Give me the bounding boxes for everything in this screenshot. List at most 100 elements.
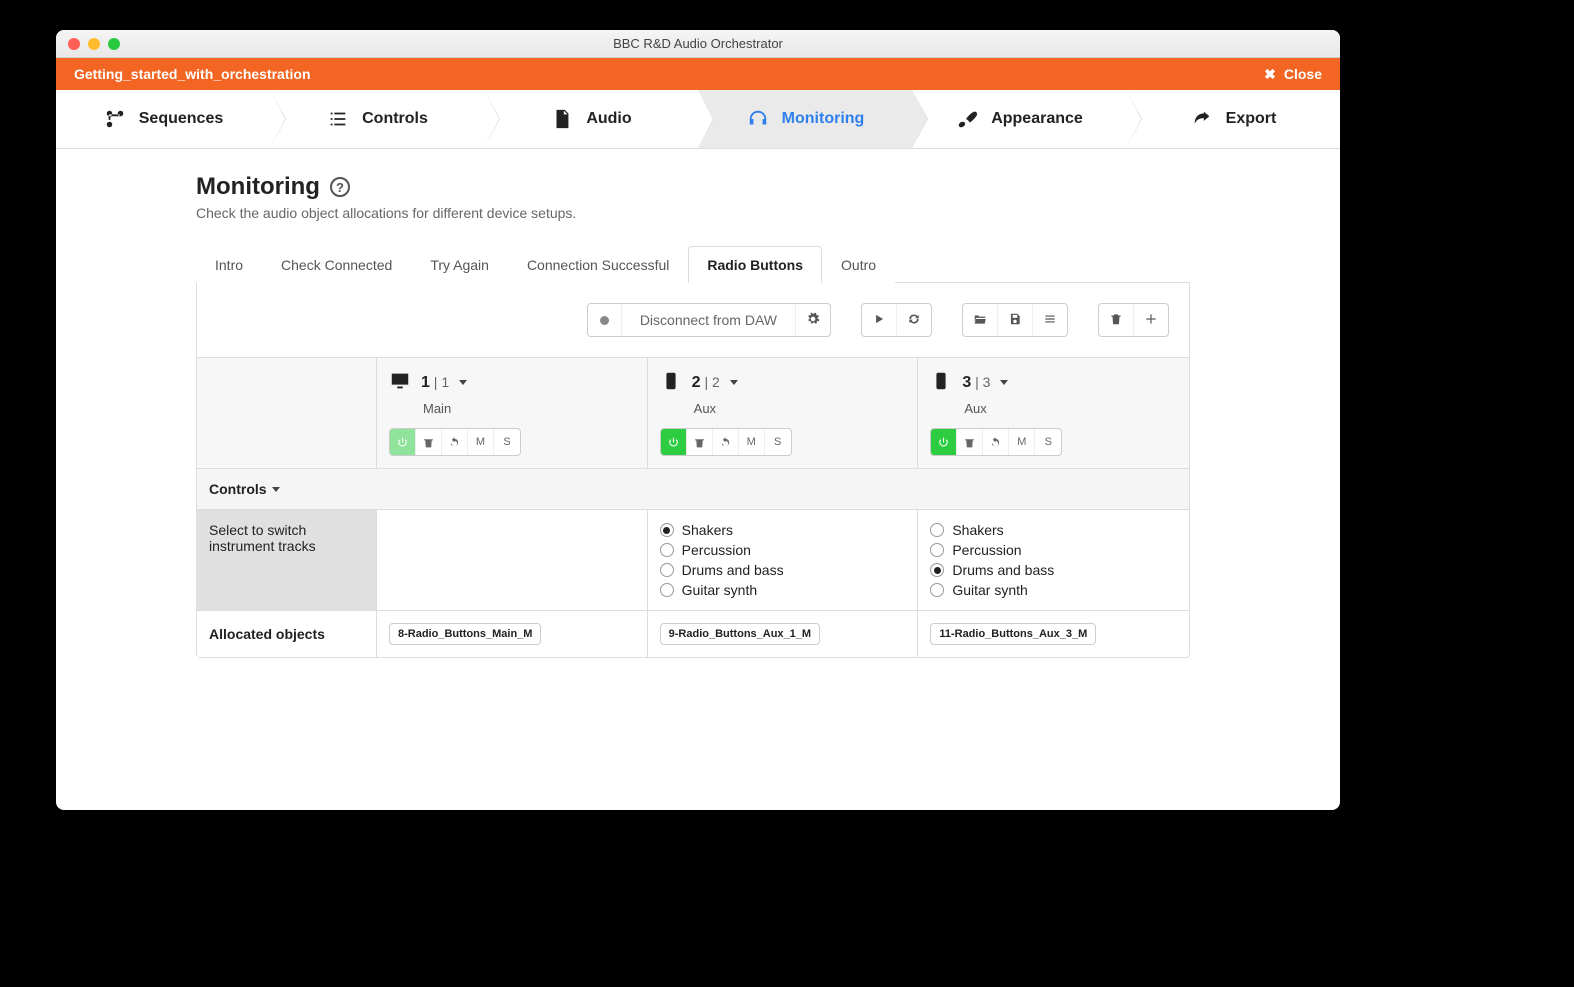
project-bar: Getting_started_with_orchestration ✖ Clo… (56, 58, 1340, 90)
help-icon[interactable]: ? (330, 177, 350, 197)
list-icon (326, 107, 350, 131)
allocated-device-2: 9-Radio_Buttons_Aux_1_M (648, 611, 919, 657)
tab-check-connected[interactable]: Check Connected (262, 246, 411, 283)
menu-button[interactable] (1033, 304, 1067, 336)
device-2-mute-button[interactable]: M (739, 429, 765, 455)
chevron-down-icon[interactable] (459, 380, 467, 385)
phone-icon (660, 370, 682, 395)
tab-intro[interactable]: Intro (196, 246, 262, 283)
chevron-down-icon[interactable] (730, 380, 738, 385)
instrument-device-1 (377, 510, 648, 611)
device-1-undo-button[interactable] (442, 429, 468, 455)
radio-option[interactable]: Shakers (930, 522, 1177, 538)
headphones-icon (746, 107, 770, 131)
radio-option[interactable]: Guitar synth (660, 582, 906, 598)
device-2-power-button[interactable] (661, 429, 687, 455)
play-button[interactable] (862, 304, 897, 336)
radio-option[interactable]: Shakers (660, 522, 906, 538)
radio-indicator (930, 543, 944, 557)
device-1-controls: M S (389, 428, 521, 456)
file-audio-icon (550, 107, 574, 131)
radio-label: Shakers (682, 522, 733, 538)
sequence-tabs: Intro Check Connected Try Again Connecti… (196, 245, 1190, 283)
device-3-mute-button[interactable]: M (1009, 429, 1035, 455)
grid-corner (197, 358, 377, 469)
phone-icon (930, 370, 952, 395)
radio-option[interactable]: Percussion (660, 542, 906, 558)
tab-connection-successful[interactable]: Connection Successful (508, 246, 688, 283)
daw-group: Disconnect from DAW (587, 303, 831, 337)
delete-device-button[interactable] (1099, 304, 1134, 336)
radio-label: Guitar synth (682, 582, 757, 598)
monitoring-grid: 1 | 1 Main M S (197, 357, 1189, 657)
nav-controls[interactable]: Controls (270, 90, 484, 148)
device-2-solo-button[interactable]: S (765, 429, 791, 455)
share-icon (1190, 107, 1214, 131)
save-button[interactable] (998, 304, 1033, 336)
radio-label: Percussion (952, 542, 1021, 558)
loop-button[interactable] (897, 304, 931, 336)
radio-option[interactable]: Percussion (930, 542, 1177, 558)
daw-disconnect-button[interactable]: Disconnect from DAW (622, 304, 796, 336)
device-3-header: 3 | 3 Aux M S (918, 358, 1189, 469)
folder-open-icon (973, 312, 987, 329)
radio-indicator (930, 583, 944, 597)
play-icon (872, 312, 886, 329)
device-2-controls: M S (660, 428, 792, 456)
nav-appearance[interactable]: Appearance (912, 90, 1126, 148)
device-3-solo-button[interactable]: S (1035, 429, 1061, 455)
allocated-pill[interactable]: 8-Radio_Buttons_Main_M (389, 623, 541, 645)
tab-radio-buttons[interactable]: Radio Buttons (688, 246, 822, 283)
device-1-delete-button[interactable] (416, 429, 442, 455)
radio-option[interactable]: Drums and bass (660, 562, 906, 578)
device-2-header: 2 | 2 Aux M S (648, 358, 919, 469)
radio-label: Percussion (682, 542, 751, 558)
device-3-undo-button[interactable] (983, 429, 1009, 455)
toolbar: Disconnect from DAW (197, 303, 1189, 357)
device-3-delete-button[interactable] (957, 429, 983, 455)
close-label: Close (1284, 66, 1322, 82)
nav-audio[interactable]: Audio (484, 90, 698, 148)
page-header: Monitoring ? Check the audio object allo… (196, 173, 1190, 233)
trash-icon (1109, 312, 1123, 329)
allocated-pill[interactable]: 11-Radio_Buttons_Aux_3_M (930, 623, 1096, 645)
radio-indicator (660, 543, 674, 557)
nav-sequences[interactable]: Sequences (56, 90, 270, 148)
loop-icon (907, 312, 921, 329)
file-group (962, 303, 1068, 337)
titlebar: BBC R&D Audio Orchestrator (56, 30, 1340, 58)
close-project-button[interactable]: ✖ Close (1264, 66, 1322, 83)
controls-row-toggle[interactable]: Controls (197, 469, 1189, 510)
save-icon (1008, 312, 1022, 329)
add-device-button[interactable] (1134, 304, 1168, 336)
desktop-icon (389, 370, 411, 395)
device-2-name: Aux (694, 401, 906, 416)
device-3-power-button[interactable] (931, 429, 957, 455)
tab-outro[interactable]: Outro (822, 246, 895, 283)
device-2-undo-button[interactable] (713, 429, 739, 455)
allocated-device-3: 11-Radio_Buttons_Aux_3_M (918, 611, 1189, 657)
radio-option[interactable]: Guitar synth (930, 582, 1177, 598)
nav-monitoring[interactable]: Monitoring (698, 90, 912, 148)
chevron-down-icon[interactable] (1000, 380, 1008, 385)
device-3-name: Aux (964, 401, 1177, 416)
radio-option[interactable]: Drums and bass (930, 562, 1177, 578)
instrument-device-3: Shakers Percussion Drums and bass Guitar sy… (918, 510, 1189, 611)
radio-label: Drums and bass (682, 562, 784, 578)
radio-indicator (660, 523, 674, 537)
device-1-solo-button[interactable]: S (494, 429, 520, 455)
tab-try-again[interactable]: Try Again (411, 246, 508, 283)
project-name: Getting_started_with_orchestration (74, 66, 311, 82)
git-branch-icon (103, 107, 127, 131)
nav-export[interactable]: Export (1126, 90, 1340, 148)
device-2-delete-button[interactable] (687, 429, 713, 455)
allocated-pill[interactable]: 9-Radio_Buttons_Aux_1_M (660, 623, 820, 645)
device-1-mute-button[interactable]: M (468, 429, 494, 455)
daw-settings-button[interactable] (796, 304, 830, 336)
open-button[interactable] (963, 304, 998, 336)
radio-indicator (660, 583, 674, 597)
device-1-power-button[interactable] (390, 429, 416, 455)
radio-indicator (930, 523, 944, 537)
page-title: Monitoring (196, 173, 320, 201)
instrument-row-label: Select to switch instrument tracks (197, 510, 377, 611)
